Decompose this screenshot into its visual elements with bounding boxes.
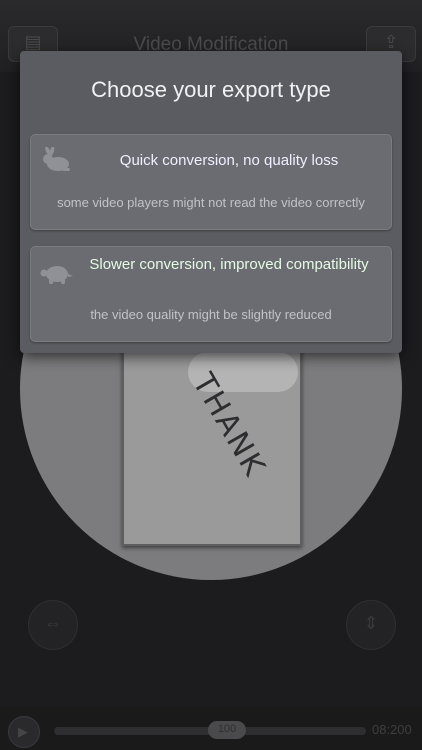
playback-bar: ▶ 100 08:200 [0, 706, 422, 750]
turtle-icon [40, 259, 74, 287]
time-label: 08:200 [372, 722, 412, 737]
slower-conversion-option[interactable]: Slower conversion, improved compatibilit… [30, 246, 392, 342]
share-icon: ⇪ [383, 32, 399, 52]
play-button[interactable]: ▶ [8, 716, 40, 748]
dialog-title: Choose your export type [91, 77, 331, 102]
horizontal-arrows-icon: ⇔ [44, 613, 62, 633]
option-title: Slower conversion, improved compatibilit… [89, 256, 369, 273]
rabbit-icon [40, 146, 74, 175]
vertical-arrows-icon: ⇕ [363, 613, 379, 633]
rotate-right-button[interactable]: ⇕ [346, 600, 396, 650]
thumb-label: 100 [217, 723, 237, 735]
option-subtitle: the video quality might be slightly redu… [90, 307, 332, 322]
option-title: Quick conversion, no quality loss [119, 152, 339, 169]
play-icon: ▶ [18, 724, 28, 739]
option-subtitle: some video players might not read the vi… [57, 195, 365, 210]
export-type-dialog: Choose your export type Quick conversion… [20, 51, 402, 353]
rotate-left-button[interactable]: ⇔ [28, 600, 78, 650]
timeline-thumb[interactable]: 100 [208, 721, 246, 739]
quick-conversion-option[interactable]: Quick conversion, no quality loss some v… [30, 134, 392, 230]
video-preview: THANK [122, 340, 302, 546]
